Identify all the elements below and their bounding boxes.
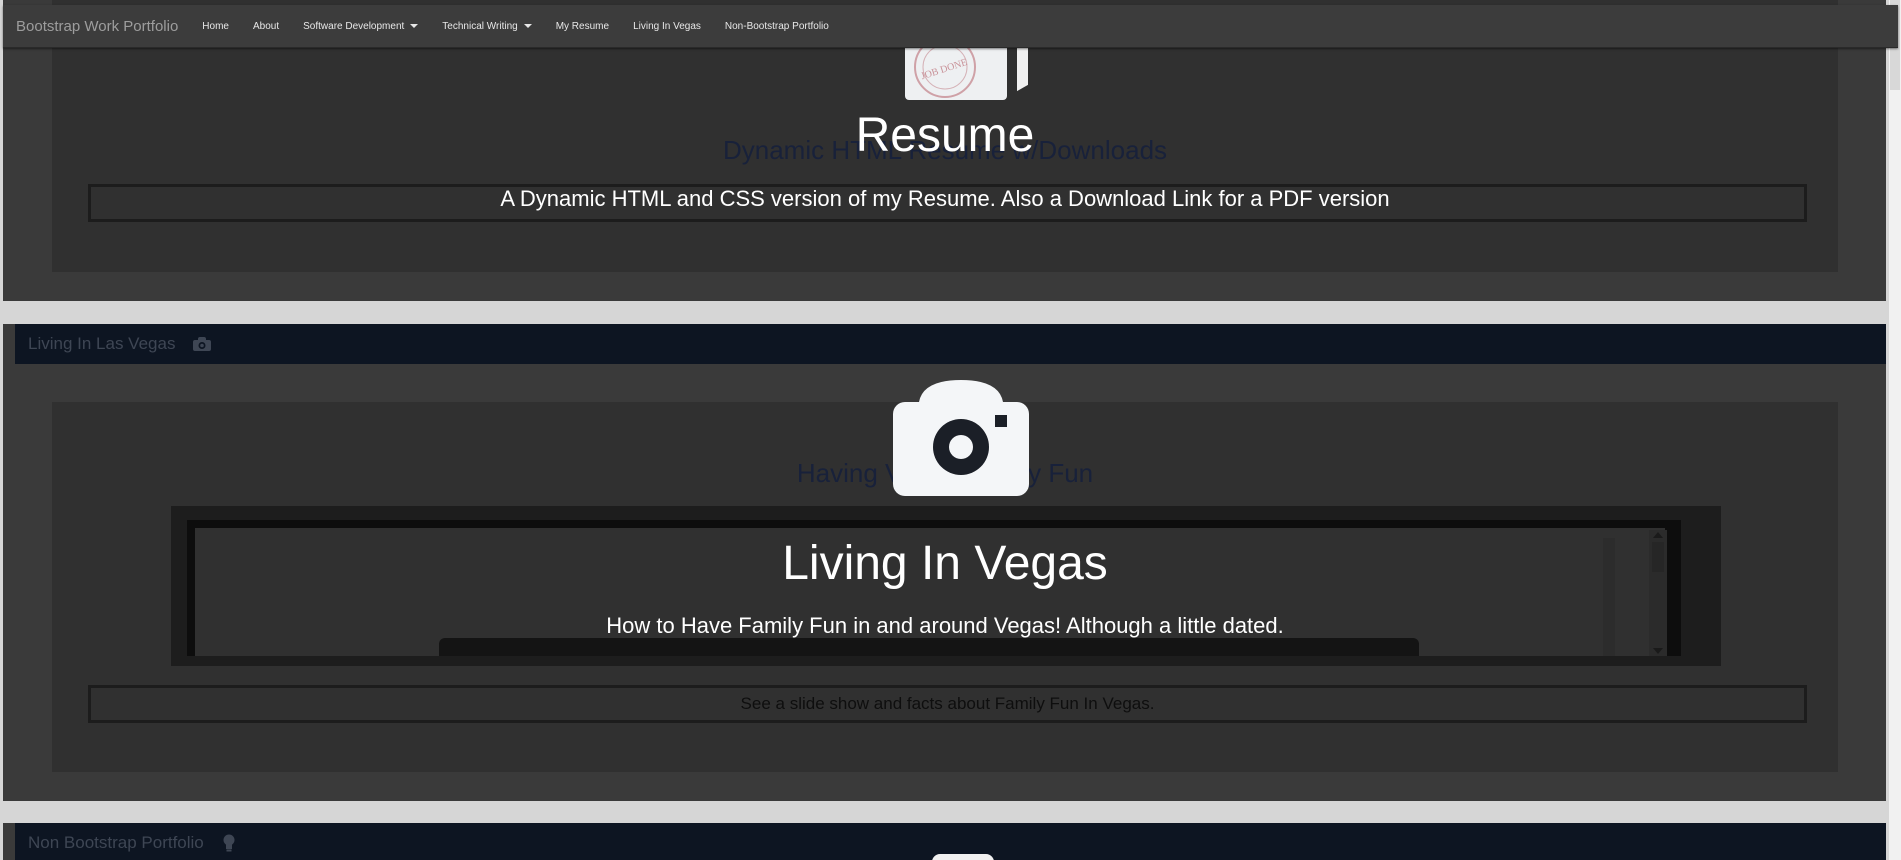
vegas-caption-well: See a slide show and facts about Family … (88, 685, 1807, 723)
nav-technical-writing-label: Technical Writing (442, 20, 518, 32)
nav-my-resume[interactable]: My Resume (544, 21, 621, 32)
navbar-brand[interactable]: Bootstrap Work Portfolio (16, 18, 178, 35)
resume-thumbnail-tab (1017, 41, 1028, 92)
nav-non-bootstrap-portfolio[interactable]: Non-Bootstrap Portfolio (713, 21, 841, 32)
caret-down-icon (410, 24, 419, 28)
nonbootstrap-section-title: Non Bootstrap Portfolio (28, 833, 204, 852)
slideshow-bar (439, 638, 1419, 656)
caret-down-icon (523, 24, 532, 28)
job-done-stamp-text: JOB DONE (920, 57, 969, 82)
vegas-section-header[interactable]: Living In Las Vegas (15, 324, 1886, 364)
lightbulb-icon (222, 834, 236, 852)
camera-icon (193, 337, 212, 351)
nav-living-in-vegas[interactable]: Living In Vegas (621, 21, 713, 32)
resume-overlay-title[interactable]: Resume (0, 108, 1890, 163)
nav-about[interactable]: About (241, 21, 291, 32)
scroll-down-icon[interactable] (1653, 648, 1663, 654)
vegas-caption: See a slide show and facts about Family … (740, 694, 1155, 713)
resume-overlay-description: A Dynamic HTML and CSS version of my Res… (500, 186, 1390, 211)
nonbootstrap-thumbnail-icon[interactable] (932, 854, 994, 860)
window-scrollbar[interactable] (1889, 0, 1901, 860)
nav-software-development-label: Software Development (303, 20, 405, 32)
vegas-section-title: Living In Las Vegas (28, 334, 176, 353)
nav-home[interactable]: Home (190, 21, 241, 32)
nav-technical-writing[interactable]: Technical Writing (430, 21, 543, 32)
top-navbar: Bootstrap Work Portfolio Home About Soft… (3, 5, 1898, 48)
vegas-overlay-description: How to Have Family Fun in and around Veg… (606, 613, 1284, 638)
camera-icon[interactable] (893, 380, 1029, 501)
vegas-overlay-title[interactable]: Living In Vegas (0, 536, 1890, 591)
nav-software-development[interactable]: Software Development (291, 21, 430, 32)
